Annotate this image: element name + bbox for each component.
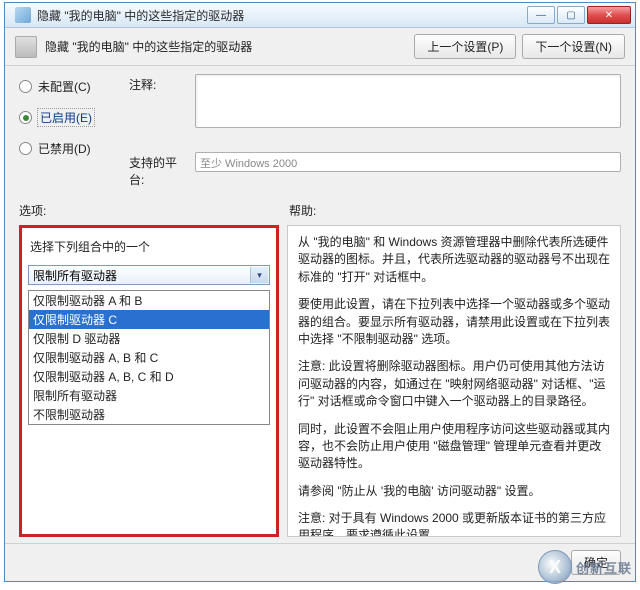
next-setting-button[interactable]: 下一个设置(N) — [522, 34, 625, 59]
options-title: 选择下列组合中的一个 — [28, 234, 270, 265]
drive-combo[interactable]: 限制所有驱动器 ▾ — [28, 265, 270, 285]
chevron-down-icon: ▾ — [250, 267, 268, 283]
watermark-text: 创新互联 — [576, 558, 632, 577]
help-header: 帮助: — [289, 202, 316, 219]
main-columns: 选择下列组合中的一个 限制所有驱动器 ▾ 仅限制驱动器 A 和 B 仅限制驱动器… — [5, 221, 635, 543]
radio-label: 已启用(E) — [38, 109, 94, 126]
dropdown-item[interactable]: 仅限制驱动器 A 和 B — [29, 291, 269, 310]
toolbar: 隐藏 "我的电脑" 中的这些指定的驱动器 上一个设置(P) 下一个设置(N) — [5, 28, 635, 66]
dropdown-item[interactable]: 仅限制 D 驱动器 — [29, 329, 269, 348]
dropdown-item[interactable]: 不限制驱动器 — [29, 405, 269, 424]
radio-enabled[interactable]: 已启用(E) — [19, 109, 129, 126]
close-button[interactable]: ✕ — [587, 6, 631, 24]
radio-not-configured[interactable]: 未配置(C) — [19, 78, 129, 95]
dropdown-item[interactable]: 仅限制驱动器 A, B 和 C — [29, 348, 269, 367]
drive-dropdown: 仅限制驱动器 A 和 B 仅限制驱动器 C 仅限制 D 驱动器 仅限制驱动器 A… — [28, 290, 270, 425]
radio-icon — [19, 142, 32, 155]
dropdown-item[interactable]: 限制所有驱动器 — [29, 386, 269, 405]
help-paragraph: 注意: 此设置将删除驱动器图标。用户仍可使用其他方法访问驱动器的内容，如通过在 … — [298, 358, 610, 410]
help-paragraph: 请参阅 "防止从 '我的电脑' 访问驱动器" 设置。 — [298, 483, 610, 500]
watermark: X 创新互联 — [538, 550, 632, 584]
dialog-window: 隐藏 "我的电脑" 中的这些指定的驱动器 — ▢ ✕ 隐藏 "我的电脑" 中的这… — [4, 2, 636, 582]
help-paragraph: 注意: 对于具有 Windows 2000 或更新版本证书的第三方应用程序，要求… — [298, 510, 610, 537]
platform-text: 至少 Windows 2000 — [195, 152, 621, 172]
comment-label: 注释: — [129, 74, 189, 93]
titlebar[interactable]: 隐藏 "我的电脑" 中的这些指定的驱动器 — ▢ ✕ — [5, 3, 635, 28]
radio-label: 已禁用(D) — [38, 140, 91, 157]
help-panel: 从 "我的电脑" 和 Windows 资源管理器中删除代表所选硬件驱动器的图标。… — [287, 225, 621, 537]
maximize-button[interactable]: ▢ — [557, 6, 585, 24]
dropdown-item[interactable]: 仅限制驱动器 A, B, C 和 D — [29, 367, 269, 386]
config-area: 未配置(C) 已启用(E) 已禁用(D) 注释: 支持的平台: 至少 Windo… — [5, 66, 635, 192]
minimize-button[interactable]: — — [527, 6, 555, 24]
toolbar-heading: 隐藏 "我的电脑" 中的这些指定的驱动器 — [45, 38, 406, 55]
radio-label: 未配置(C) — [38, 78, 91, 95]
options-panel: 选择下列组合中的一个 限制所有驱动器 ▾ 仅限制驱动器 A 和 B 仅限制驱动器… — [19, 225, 279, 537]
watermark-logo-icon: X — [538, 550, 572, 584]
help-paragraph: 从 "我的电脑" 和 Windows 资源管理器中删除代表所选硬件驱动器的图标。… — [298, 234, 610, 286]
radio-icon — [19, 80, 32, 93]
fields-column: 注释: 支持的平台: 至少 Windows 2000 — [129, 74, 621, 188]
comment-field: 注释: — [129, 74, 621, 128]
window-title: 隐藏 "我的电脑" 中的这些指定的驱动器 — [37, 7, 527, 24]
window-controls: — ▢ ✕ — [527, 6, 631, 24]
policy-icon — [15, 36, 37, 58]
dropdown-item[interactable]: 仅限制驱动器 C — [29, 310, 269, 329]
platform-field: 支持的平台: 至少 Windows 2000 — [129, 152, 621, 188]
comment-input[interactable] — [195, 74, 621, 128]
section-headers: 选项: 帮助: — [5, 192, 635, 221]
radio-disabled[interactable]: 已禁用(D) — [19, 140, 129, 157]
app-icon — [15, 7, 31, 23]
help-paragraph: 同时，此设置不会阻止用户使用程序访问这些驱动器或其内容，也不会防止用户使用 "磁… — [298, 421, 610, 473]
help-paragraph: 要使用此设置，请在下拉列表中选择一个驱动器或多个驱动器的组合。要显示所有驱动器，… — [298, 296, 610, 348]
prev-setting-button[interactable]: 上一个设置(P) — [414, 34, 516, 59]
platform-label: 支持的平台: — [129, 152, 189, 188]
options-header: 选项: — [19, 202, 289, 219]
radio-group: 未配置(C) 已启用(E) 已禁用(D) — [19, 74, 129, 188]
combo-selected-text: 限制所有驱动器 — [33, 267, 117, 284]
nav-buttons: 上一个设置(P) 下一个设置(N) — [414, 34, 625, 59]
radio-icon — [19, 111, 32, 124]
